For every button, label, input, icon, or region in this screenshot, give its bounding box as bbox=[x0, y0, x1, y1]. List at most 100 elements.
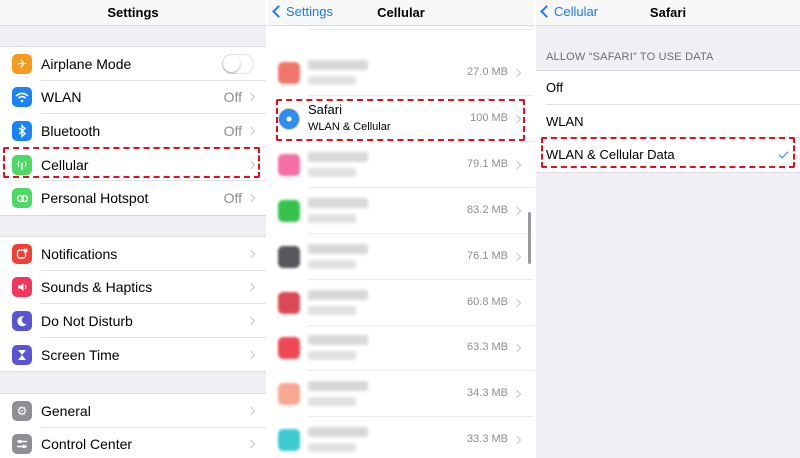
chevron-right-icon bbox=[512, 160, 522, 170]
moon-icon bbox=[12, 310, 32, 331]
app-icon bbox=[278, 337, 300, 360]
cellular-navbar: Settings Cellular bbox=[268, 0, 534, 26]
wlan-cellular-highlight bbox=[541, 137, 795, 168]
toggle-knob bbox=[223, 54, 240, 72]
app-data-size: 79.1 MB bbox=[467, 157, 508, 170]
settings-row-personal-hotspot[interactable]: Personal Hotspot Off bbox=[0, 181, 266, 215]
blurred-app-name bbox=[308, 197, 368, 208]
blurred-app-subtitle bbox=[308, 397, 356, 407]
page-title: Settings bbox=[107, 5, 159, 20]
blurred-app-subtitle bbox=[308, 213, 356, 223]
blurred-app-subtitle bbox=[308, 76, 356, 85]
option-wlan[interactable]: WLAN bbox=[536, 105, 800, 138]
sliders-icon bbox=[12, 434, 32, 455]
blurred-app-name bbox=[308, 243, 368, 254]
airplane-mode-toggle[interactable] bbox=[222, 53, 254, 74]
blurred-app-name bbox=[308, 381, 368, 392]
row-label: General bbox=[41, 402, 91, 419]
blurred-app-subtitle bbox=[308, 305, 356, 315]
app-icon bbox=[278, 199, 300, 222]
settings-row-wlan[interactable]: WLAN Off bbox=[0, 81, 266, 115]
app-icon bbox=[278, 383, 300, 406]
safari-panel: Cellular Safari ALLOW “SAFARI” TO USE DA… bbox=[536, 0, 800, 458]
chevron-right-icon bbox=[246, 283, 256, 292]
chevron-right-icon bbox=[246, 193, 256, 203]
app-row[interactable]: 79.1 MB bbox=[268, 142, 534, 188]
hourglass-icon bbox=[12, 344, 32, 365]
blurred-app-name bbox=[308, 335, 368, 346]
app-icon bbox=[278, 291, 300, 314]
chevron-right-icon bbox=[246, 440, 256, 449]
chevron-right-icon bbox=[246, 350, 256, 359]
option-off[interactable]: Off bbox=[536, 71, 800, 105]
app-data-size: 60.8 MB bbox=[467, 295, 508, 308]
chevron-right-icon bbox=[512, 252, 522, 261]
blurred-app-name bbox=[308, 289, 368, 300]
option-label: WLAN bbox=[546, 113, 584, 129]
chevron-right-icon bbox=[246, 316, 256, 326]
settings-navbar: Settings bbox=[0, 0, 266, 26]
chevron-right-icon bbox=[512, 344, 522, 353]
scrollbar[interactable] bbox=[528, 212, 531, 264]
settings-panel: Settings ✈ Airplane Mode WLAN Off Blueto… bbox=[0, 0, 266, 458]
chevron-right-icon bbox=[512, 298, 522, 307]
option-label: Off bbox=[546, 80, 564, 96]
row-label: Screen Time bbox=[41, 346, 120, 363]
app-data-size: 33.3 MB bbox=[467, 433, 508, 446]
app-row[interactable]: 33.3 MB bbox=[268, 417, 534, 458]
settings-row-control-center[interactable]: Control Center bbox=[0, 428, 266, 458]
settings-row-do-not-disturb[interactable]: Do Not Disturb bbox=[0, 304, 266, 338]
settings-group-general: ⚙ General Control Center bbox=[0, 393, 266, 458]
bluetooth-icon bbox=[12, 120, 32, 141]
chevron-right-icon bbox=[246, 126, 256, 136]
app-icon bbox=[278, 245, 300, 268]
settings-row-screen-time[interactable]: Screen Time bbox=[0, 338, 266, 372]
settings-row-general[interactable]: ⚙ General bbox=[0, 394, 266, 428]
link-icon bbox=[12, 188, 32, 209]
blurred-app-subtitle bbox=[308, 167, 356, 177]
app-icon bbox=[278, 153, 300, 176]
settings-group-connectivity: ✈ Airplane Mode WLAN Off Bluetooth Off C… bbox=[0, 46, 266, 216]
app-icon bbox=[278, 429, 300, 452]
app-icon bbox=[278, 62, 300, 84]
gear-icon: ⚙ bbox=[12, 400, 32, 421]
app-row[interactable]: 76.1 MB bbox=[268, 234, 534, 280]
blurred-app-subtitle bbox=[308, 259, 356, 269]
safari-highlight bbox=[276, 99, 525, 141]
settings-row-airplane-mode[interactable]: ✈ Airplane Mode bbox=[0, 47, 266, 81]
app-row[interactable]: 63.3 MB bbox=[268, 325, 534, 372]
app-data-size: 76.1 MB bbox=[467, 249, 508, 262]
app-row[interactable]: 60.8 MB bbox=[268, 280, 534, 326]
app-data-size: 83.2 MB bbox=[467, 203, 508, 216]
app-row[interactable]: 27.0 MB bbox=[268, 50, 534, 96]
airplane-icon: ✈ bbox=[12, 53, 32, 74]
speaker-icon bbox=[12, 277, 32, 298]
cellular-highlight bbox=[3, 147, 260, 178]
settings-row-sounds-haptics[interactable]: Sounds & Haptics bbox=[0, 271, 266, 305]
chevron-right-icon bbox=[246, 249, 256, 259]
chevron-right-icon bbox=[512, 435, 522, 445]
row-label: Control Center bbox=[41, 436, 133, 453]
row-label: Personal Hotspot bbox=[41, 190, 149, 207]
row-value: Off bbox=[223, 122, 242, 139]
row-label: Sounds & Haptics bbox=[41, 279, 153, 296]
row-label: WLAN bbox=[41, 89, 82, 106]
row-value: Off bbox=[223, 190, 242, 207]
blurred-app-subtitle bbox=[308, 443, 356, 453]
cellular-panel: 221 MB27.0 MBSafariWLAN & Cellular100 MB… bbox=[268, 0, 534, 458]
settings-row-bluetooth[interactable]: Bluetooth Off bbox=[0, 114, 266, 148]
row-value: Off bbox=[223, 89, 242, 106]
bell-icon bbox=[12, 243, 32, 264]
chevron-right-icon bbox=[246, 93, 256, 102]
app-row[interactable]: 34.3 MB bbox=[268, 371, 534, 418]
row-label: Bluetooth bbox=[41, 122, 101, 139]
app-row[interactable]: 83.2 MB bbox=[268, 188, 534, 234]
page-title: Cellular bbox=[377, 5, 425, 20]
app-data-size: 34.3 MB bbox=[467, 387, 508, 400]
safari-navbar: Cellular Safari bbox=[536, 0, 800, 26]
blurred-app-subtitle bbox=[308, 351, 356, 361]
chevron-right-icon bbox=[512, 390, 522, 399]
settings-row-notifications[interactable]: Notifications bbox=[0, 237, 266, 271]
section-header: ALLOW “SAFARI” TO USE DATA bbox=[546, 51, 714, 63]
blurred-app-name bbox=[308, 151, 368, 162]
